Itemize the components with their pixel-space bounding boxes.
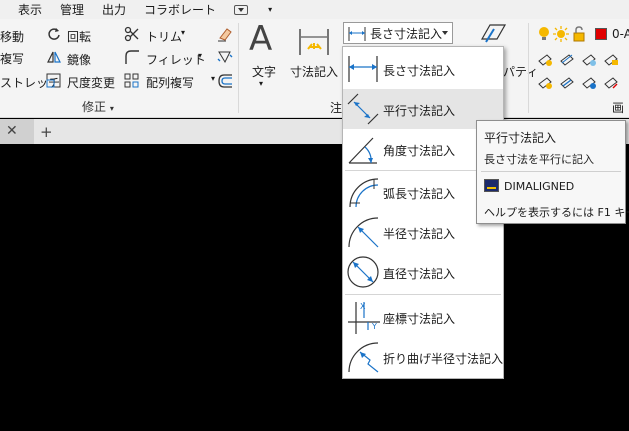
menu-item-diameter[interactable]: 直径寸法記入 [343, 252, 503, 292]
layer-walk-icon[interactable] [603, 74, 619, 90]
panel-separator [528, 23, 529, 113]
tooltip-divider [481, 171, 621, 172]
move-button[interactable]: 移動 [0, 28, 24, 45]
match-layer-icon[interactable] [559, 74, 575, 90]
layer-freeze-icon[interactable] [581, 51, 597, 67]
aligned-dimension-icon [347, 93, 379, 125]
tooltip-command: DIMALIGNED [504, 180, 575, 193]
dimension-large-icon [299, 29, 329, 55]
tooltip-description: 長さ寸法を平行に記入 [484, 153, 594, 166]
sun-icon [553, 26, 569, 42]
trim-dropdown-arrow[interactable]: ▾ [181, 28, 185, 37]
layer-off-icon[interactable] [537, 51, 553, 67]
properties-button[interactable]: パティ [503, 63, 538, 80]
command-icon [484, 179, 499, 192]
mirror-icon [47, 51, 61, 63]
make-current-icon[interactable] [537, 74, 553, 90]
dimension-button[interactable]: 寸法記入 [290, 63, 338, 80]
radius-dimension-icon [348, 217, 379, 248]
text-large-icon: A [249, 19, 273, 59]
menu-collaborate[interactable]: コラボレート [144, 1, 216, 18]
new-tab-plus-icon[interactable]: + [40, 123, 53, 141]
close-icon[interactable]: ✕ [6, 123, 18, 139]
light-bulb-icon [539, 27, 549, 40]
scale-button[interactable]: 尺度変更 [67, 74, 115, 91]
menu-item-linear[interactable]: 長さ寸法記入 [343, 49, 503, 89]
unlock-icon [573, 26, 585, 42]
array-icon [124, 73, 139, 88]
window-icon [234, 4, 249, 15]
layer-name[interactable]: 0-A [612, 27, 629, 41]
offset-icon[interactable] [216, 73, 234, 89]
menu-item-label: 座標寸法記入 [383, 312, 456, 326]
menu-item-label: 半径寸法記入 [383, 227, 456, 241]
text-dropdown-arrow[interactable]: ▾ [259, 79, 263, 88]
menu-output[interactable]: 出力 [102, 1, 126, 18]
menu-item-label: 直径寸法記入 [383, 267, 456, 281]
erase-icon[interactable] [216, 25, 234, 43]
mirror-button[interactable]: 鏡像 [67, 51, 91, 68]
layer-isolate-icon[interactable] [559, 51, 575, 67]
fillet-dropdown-arrow[interactable]: ▾ [198, 51, 202, 60]
menu-view[interactable]: 表示 [18, 1, 42, 18]
arc-length-dimension-icon [349, 178, 379, 208]
match-properties-icon[interactable] [478, 21, 508, 45]
linear-dimension-icon [348, 56, 378, 82]
tooltip-title: 平行寸法記入 [484, 131, 557, 145]
panel-separator [238, 23, 239, 113]
array-dropdown-arrow[interactable]: ▾ [211, 74, 215, 83]
svg-text:Y: Y [371, 322, 377, 331]
copy-button[interactable]: 複写 [0, 50, 24, 67]
menu-item-label: 平行寸法記入 [383, 104, 456, 118]
array-button[interactable]: 配列複写 [146, 74, 194, 91]
menu-item-label: 弧長寸法記入 [383, 187, 456, 201]
dimension-split-button[interactable]: 長さ寸法記入 [343, 22, 453, 44]
layer-lock-icon[interactable] [603, 51, 619, 67]
diameter-dimension-icon [347, 256, 379, 288]
rotate-button[interactable]: 回転 [67, 28, 91, 45]
scale-icon [46, 73, 61, 88]
layer-color-swatch [595, 28, 607, 40]
command-tooltip: 平行寸法記入 長さ寸法を平行に記入 DIMALIGNED ヘルプを表示するには … [476, 120, 629, 224]
menu-item-jogged-radius[interactable]: 折り曲げ半径寸法記入 [343, 337, 503, 377]
trim-icon [124, 26, 139, 42]
chevron-down-icon[interactable] [442, 31, 448, 35]
svg-text:X: X [360, 302, 366, 311]
menu-item-label: 折り曲げ半径寸法記入 [383, 352, 504, 366]
menu-bar: 表示 管理 出力 コラボレート ▾ [0, 0, 629, 19]
tooltip-help: ヘルプを表示するには F1 キー [484, 206, 629, 219]
menu-item-label: 角度寸法記入 [383, 144, 456, 158]
ordinate-dimension-icon: XY [348, 302, 380, 334]
menu-item-ordinate[interactable]: XY 座標寸法記入 [343, 297, 503, 337]
annotation-panel-label[interactable]: 注 [330, 99, 342, 116]
angular-dimension-icon [348, 137, 377, 164]
jogged-radius-dimension-icon [348, 342, 379, 373]
trim-button[interactable]: トリム [146, 28, 182, 45]
modify-panel-label[interactable]: 修正 ▾ [82, 98, 114, 115]
explode-icon[interactable] [216, 49, 234, 65]
ribbon: 移動 回転 トリム ▾ 複写 鏡像 フィレット ▾ ストレッチ 尺度変更 配列複… [0, 19, 629, 118]
menu-divider [345, 294, 501, 295]
menu-item-label: 長さ寸法記入 [383, 64, 456, 78]
dimension-current-label: 長さ寸法記入 [370, 26, 443, 41]
layer-panel-label[interactable]: 画 [612, 99, 624, 116]
linear-dimension-icon [348, 27, 366, 41]
menu-manage[interactable]: 管理 [60, 1, 84, 18]
file-tab[interactable]: ✕ [0, 119, 34, 144]
fillet-button[interactable]: フィレット [146, 51, 206, 68]
layer-previous-icon[interactable] [581, 74, 597, 90]
fillet-icon [125, 50, 139, 64]
workspace-dropdown[interactable]: ▾ [234, 4, 290, 15]
text-button[interactable]: 文字 [252, 63, 276, 80]
rotate-icon [48, 28, 60, 40]
